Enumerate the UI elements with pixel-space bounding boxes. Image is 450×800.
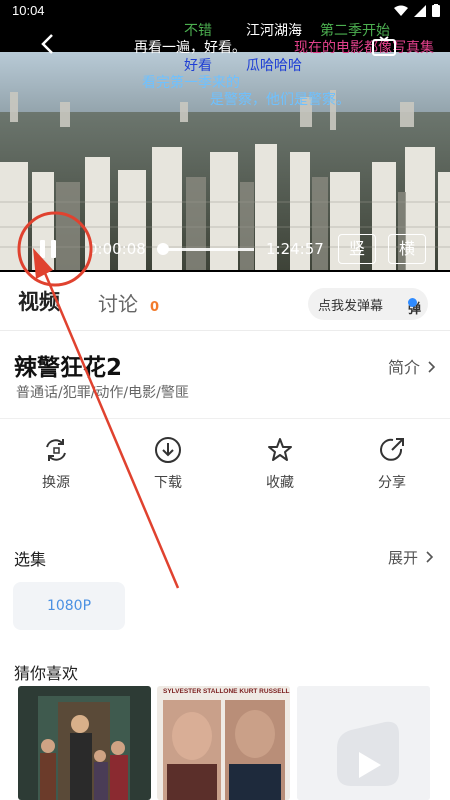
progress-knob[interactable] bbox=[157, 243, 169, 255]
video-placeholder-icon bbox=[297, 686, 430, 800]
battery-icon bbox=[432, 4, 440, 17]
recommend-poster[interactable] bbox=[18, 686, 151, 800]
divider bbox=[0, 418, 450, 419]
star-icon bbox=[268, 438, 292, 461]
discussion-count-badge: 0 bbox=[150, 300, 160, 315]
recommend-poster-placeholder[interactable] bbox=[297, 686, 430, 800]
tab-discussion[interactable]: 讨论 bbox=[98, 288, 138, 317]
poster-image bbox=[157, 686, 290, 800]
expand-link[interactable]: 展开 bbox=[388, 547, 435, 568]
video-title: 辣警狂花2 bbox=[14, 355, 123, 381]
wifi-icon bbox=[394, 5, 408, 16]
progress-track[interactable] bbox=[162, 248, 254, 251]
switch-source-button[interactable]: 换源 bbox=[26, 436, 86, 492]
send-danmaku-label: 点我发弹幕 bbox=[318, 299, 384, 314]
current-time: 0:00:08 bbox=[88, 240, 146, 258]
danmaku-comment: 现在的电影都像写真集 bbox=[294, 40, 434, 56]
episode-item-1080p[interactable]: 1080P bbox=[13, 582, 125, 630]
pause-icon[interactable] bbox=[36, 238, 60, 262]
cast-tv-icon[interactable] bbox=[372, 36, 396, 58]
intro-label: 简介 bbox=[388, 358, 421, 377]
danmaku-comment: 是警察，他们是警察。 bbox=[210, 92, 350, 108]
share-icon bbox=[380, 438, 404, 461]
share-button[interactable]: 分享 bbox=[362, 436, 422, 492]
danmaku-comment: 瓜哈哈哈 bbox=[246, 58, 302, 74]
share-label: 分享 bbox=[378, 475, 406, 491]
download-button[interactable]: 下载 bbox=[138, 436, 198, 492]
video-tags: 普通话/犯罪/动作/电影/警匪 bbox=[16, 385, 189, 401]
download-icon bbox=[155, 437, 181, 463]
danmaku-toggle-icon[interactable]: 弹 bbox=[398, 291, 424, 317]
portrait-mode-button[interactable]: 竖 bbox=[338, 234, 376, 264]
recommend-heading: 猜你喜欢 bbox=[14, 664, 79, 683]
switch-source-icon bbox=[46, 439, 66, 461]
player-controls: 0:00:08 1:24:57 竖 横 bbox=[0, 228, 450, 272]
danmaku-comment: 再看一遍，好看。 bbox=[134, 40, 246, 56]
intro-link[interactable]: 简介 bbox=[388, 354, 437, 378]
favorite-button[interactable]: 收藏 bbox=[250, 436, 310, 492]
expand-label: 展开 bbox=[388, 549, 419, 567]
status-time: 10:04 bbox=[12, 3, 45, 18]
download-label: 下载 bbox=[154, 475, 182, 491]
poster-credit-text: SYLVESTER STALLONE KURT RUSSELL bbox=[163, 688, 290, 695]
danmaku-status-dot bbox=[408, 298, 417, 307]
landscape-mode-button[interactable]: 横 bbox=[388, 234, 426, 264]
poster-image bbox=[18, 686, 151, 800]
recommend-poster[interactable]: SYLVESTER STALLONE KURT RUSSELL bbox=[157, 686, 290, 800]
episodes-heading: 选集 bbox=[14, 550, 47, 569]
chevron-right-icon bbox=[428, 361, 436, 373]
send-danmaku-button[interactable]: 点我发弹幕 弹 bbox=[308, 288, 428, 320]
video-player[interactable]: 10:04 不错 江河湖海 第二季开始 再看一遍，好看。 现在的电影都像写真集 … bbox=[0, 0, 450, 272]
total-duration: 1:24:57 bbox=[266, 240, 324, 258]
signal-icon bbox=[414, 4, 426, 17]
status-bar: 10:04 bbox=[0, 0, 450, 22]
switch-source-label: 换源 bbox=[42, 475, 70, 491]
back-arrow-icon[interactable] bbox=[38, 32, 58, 56]
tab-video[interactable]: 视频 bbox=[18, 286, 60, 316]
favorite-label: 收藏 bbox=[266, 475, 294, 491]
chevron-right-icon bbox=[426, 551, 433, 563]
tab-bar: 视频 讨论 0 点我发弹幕 弹 bbox=[0, 272, 450, 331]
